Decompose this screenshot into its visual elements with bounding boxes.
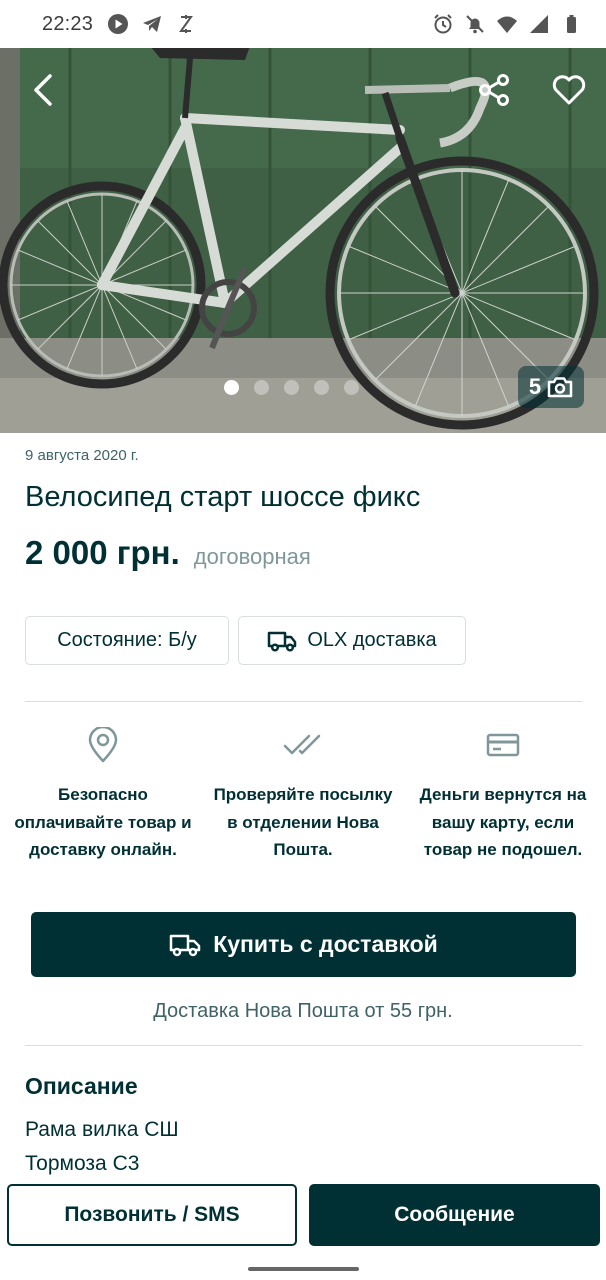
divider [25, 701, 582, 702]
chevron-left-icon [34, 74, 52, 106]
photo-count-badge[interactable]: 5 [518, 366, 584, 408]
listing-tags: Состояние: Б/у OLX доставка [25, 616, 466, 665]
status-bar: 22:23 [0, 0, 606, 48]
description-line: Рама вилка СШ [25, 1118, 179, 1141]
play-icon [107, 13, 129, 35]
gallery-indicator [224, 380, 359, 395]
description-line: Тормоза С3 [25, 1152, 140, 1175]
gallery-dot[interactable] [254, 380, 269, 395]
buy-button-label: Купить с доставкой [213, 931, 438, 957]
divider [25, 1045, 582, 1046]
photo-gallery[interactable]: 5 [0, 48, 606, 433]
share-button[interactable] [472, 68, 516, 112]
listing-date: 9 августа 2020 г. [25, 447, 139, 464]
condition-tag: Состояние: Б/у [25, 616, 229, 665]
call-sms-button[interactable]: Позвонить / SMS [7, 1184, 297, 1246]
delivery-benefits: Безопасно оплачивайте товар и доставку о… [10, 725, 596, 864]
negotiable-label: договорная [193, 544, 311, 569]
share-icon [479, 74, 509, 106]
benefit-safe-payment: Безопасно оплачивайте товар и доставку о… [10, 725, 196, 864]
benefit-text: Деньги вернутся на вашу карту, если това… [419, 785, 587, 859]
price-row: 2 000 грн. договорная [25, 534, 311, 572]
photo-count-value: 5 [528, 374, 542, 399]
gallery-dot[interactable] [314, 380, 329, 395]
call-sms-label: Позвонить / SMS [64, 1203, 240, 1226]
status-left-icons [107, 13, 197, 35]
benefit-text: Проверяйте посылку в отделении Нова Пошт… [213, 785, 393, 859]
status-right-icons [432, 13, 582, 35]
description-heading: Описание [25, 1073, 138, 1099]
gallery-dot[interactable] [284, 380, 299, 395]
listing-price: 2 000 грн. [25, 534, 180, 571]
wifi-icon [496, 13, 518, 35]
double-check-icon [283, 725, 323, 765]
benefit-check-parcel: Проверяйте посылку в отделении Нова Пошт… [210, 725, 396, 864]
credit-card-icon [483, 725, 523, 765]
gallery-dot[interactable] [344, 380, 359, 395]
olx-delivery-tag-label: OLX доставка [307, 629, 437, 651]
alarm-icon [432, 13, 454, 35]
notifications-off-icon [464, 13, 486, 35]
olx-delivery-tag[interactable]: OLX доставка [238, 616, 466, 665]
camera-icon [547, 377, 573, 398]
gallery-dot-active[interactable] [224, 380, 239, 395]
message-button[interactable]: Сообщение [309, 1184, 600, 1246]
heart-icon [552, 75, 586, 105]
bottom-action-bar: Позвонить / SMS Сообщение [0, 1176, 606, 1280]
signal-icon [528, 13, 550, 35]
telegram-icon [141, 13, 163, 35]
battery-icon [560, 13, 582, 35]
location-pin-icon [83, 725, 123, 765]
message-label: Сообщение [394, 1203, 515, 1226]
truck-icon [169, 934, 201, 956]
buy-with-delivery-button[interactable]: Купить с доставкой [31, 912, 576, 977]
listing-title: Велосипед старт шоссе фикс [25, 481, 421, 513]
home-indicator[interactable] [248, 1267, 359, 1271]
truck-icon [268, 631, 297, 652]
favorite-button[interactable] [547, 68, 591, 112]
charging-icon [175, 13, 197, 35]
delivery-price-note: Доставка Нова Пошта от 55 грн. [153, 1000, 453, 1022]
status-time: 22:23 [42, 12, 94, 35]
benefit-text: Безопасно оплачивайте товар и доставку о… [14, 785, 192, 859]
back-button[interactable] [22, 68, 66, 112]
benefit-refund: Деньги вернутся на вашу карту, если това… [410, 725, 596, 864]
condition-tag-label: Состояние: Б/у [57, 629, 197, 651]
